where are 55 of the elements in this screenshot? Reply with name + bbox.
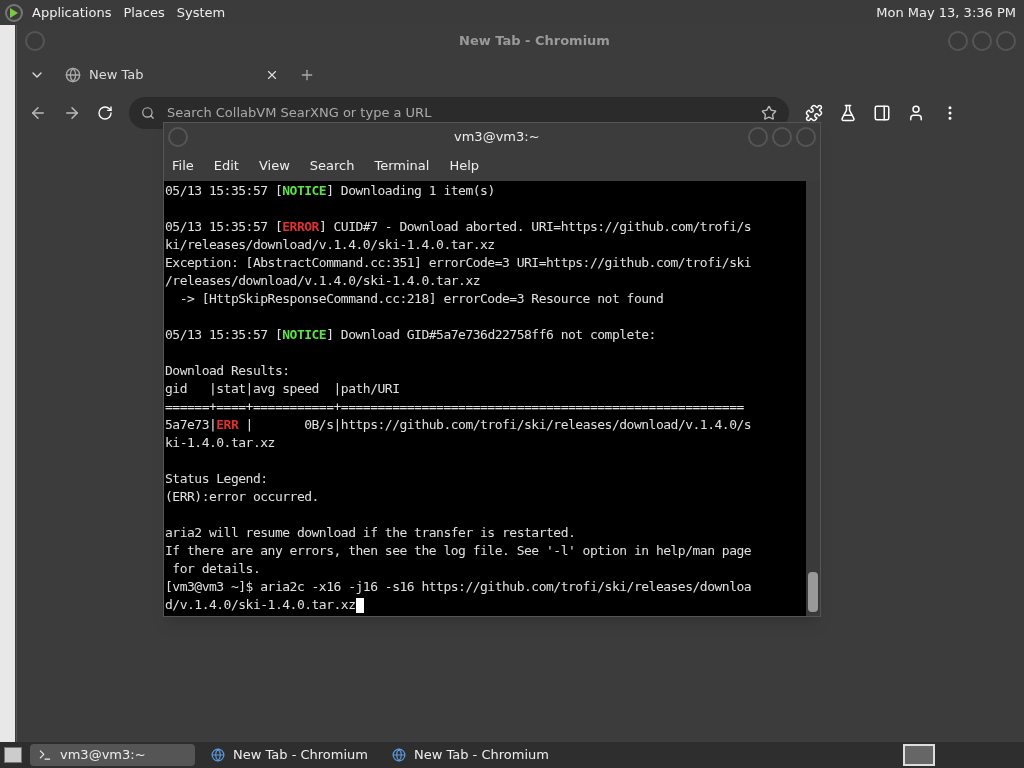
window-title: New Tab - Chromium xyxy=(459,32,610,51)
panel-menu[interactable]: Applications xyxy=(32,2,112,23)
taskbar-button[interactable]: New Tab - Chromium xyxy=(383,744,557,766)
terminal-line: [vm3@vm3 ~]$ aria2c -x16 -j16 -s16 https://github.com/trofi/ski/releases/downloa xyxy=(165,578,752,596)
terminal-line: (ERR):error occurred. xyxy=(165,488,319,506)
menu-item[interactable]: File xyxy=(172,156,194,176)
menu-item[interactable]: Search xyxy=(309,156,355,176)
bookmark-star-icon[interactable] xyxy=(761,105,777,121)
terminal-line: -> [HttpSkipResponseCommand.cc:218] errorCode=3 Resource not found xyxy=(178,290,664,308)
terminal-line: 5a7e73|ERR | 0B/s|https://github.com/trofi/ski/releases/download/v.1.4.0/s xyxy=(165,416,752,434)
terminal-line: /releases/download/v.1.4.0/ski-1.4.0.tar.xz xyxy=(165,272,481,290)
close-icon[interactable] xyxy=(265,68,279,82)
panel-menu[interactable]: System xyxy=(176,2,226,23)
terminal-line: 05/13 15:35:57 [NOTICE] Download GID#5a7e736d22758ff6 not complete: xyxy=(165,326,656,344)
forward-icon[interactable] xyxy=(63,104,81,122)
new-tab-icon[interactable] xyxy=(299,67,315,83)
back-icon[interactable] xyxy=(29,104,47,122)
panel-menu[interactable]: Places xyxy=(123,2,165,23)
scrollbar[interactable] xyxy=(806,181,820,616)
browser-icon xyxy=(211,748,225,762)
side-panel-icon[interactable] xyxy=(873,104,891,122)
terminal-line: gid |stat|avg speed |path/URI xyxy=(165,380,400,398)
menu-item[interactable]: Terminal xyxy=(374,156,430,176)
menu-item[interactable]: Help xyxy=(449,156,480,176)
terminal-line: d/v.1.4.0/ski-1.4.0.tar.xz xyxy=(165,596,364,614)
taskbar-button[interactable]: vm3@vm3:~ xyxy=(30,744,195,766)
extensions-icon[interactable] xyxy=(805,104,823,122)
terminal-line: 05/13 15:35:57 [NOTICE] Downloading 1 item(s) xyxy=(165,182,495,200)
terminal-line: aria2 will resume download if the transfer is restarted. xyxy=(165,524,576,542)
profile-icon[interactable] xyxy=(907,104,925,122)
terminal-line: Exception: [AbstractCommand.cc:351] errorCode=3 URI=https://github.com/trofi/ski xyxy=(165,254,752,272)
show-desktop-icon[interactable] xyxy=(4,747,22,763)
terminal-line: 05/13 15:35:57 [ERROR] CUID#7 - Download aborted. URI=https://github.com/trofi/s xyxy=(165,218,752,236)
terminal-line: for details. xyxy=(171,560,261,578)
search-icon xyxy=(141,106,155,120)
terminal-line: ki/releases/download/v.1.4.0/ski-1.4.0.tar.xz xyxy=(165,236,495,254)
taskbar-button[interactable]: New Tab - Chromium xyxy=(203,744,376,766)
scrollbar-thumb[interactable] xyxy=(808,572,818,612)
browser-icon xyxy=(391,748,406,762)
terminal-line: ki-1.4.0.tar.xz xyxy=(165,434,275,452)
text-cursor xyxy=(355,598,364,613)
menu-item[interactable]: Edit xyxy=(213,156,239,176)
terminal-line: ======+====+===========+======================================================= xyxy=(165,398,744,416)
menu-item[interactable]: View xyxy=(258,156,290,176)
terminal-line: If there are any errors, then see the log file. See '-l' option in help/man page xyxy=(165,542,752,560)
flask-icon[interactable] xyxy=(839,104,857,122)
distro-logo-icon[interactable] xyxy=(4,2,24,23)
terminal-line: Download Results: xyxy=(165,362,290,380)
terminal-line: Status Legend: xyxy=(165,470,268,488)
panel-clock[interactable]: Mon May 13, 3:36 PM xyxy=(876,2,1016,23)
workspace-switcher[interactable] xyxy=(903,744,935,766)
reload-icon[interactable] xyxy=(97,105,113,121)
globe-icon xyxy=(65,67,81,83)
terminal-icon xyxy=(38,748,52,762)
window-title: vm3@vm3:~ xyxy=(454,128,540,147)
